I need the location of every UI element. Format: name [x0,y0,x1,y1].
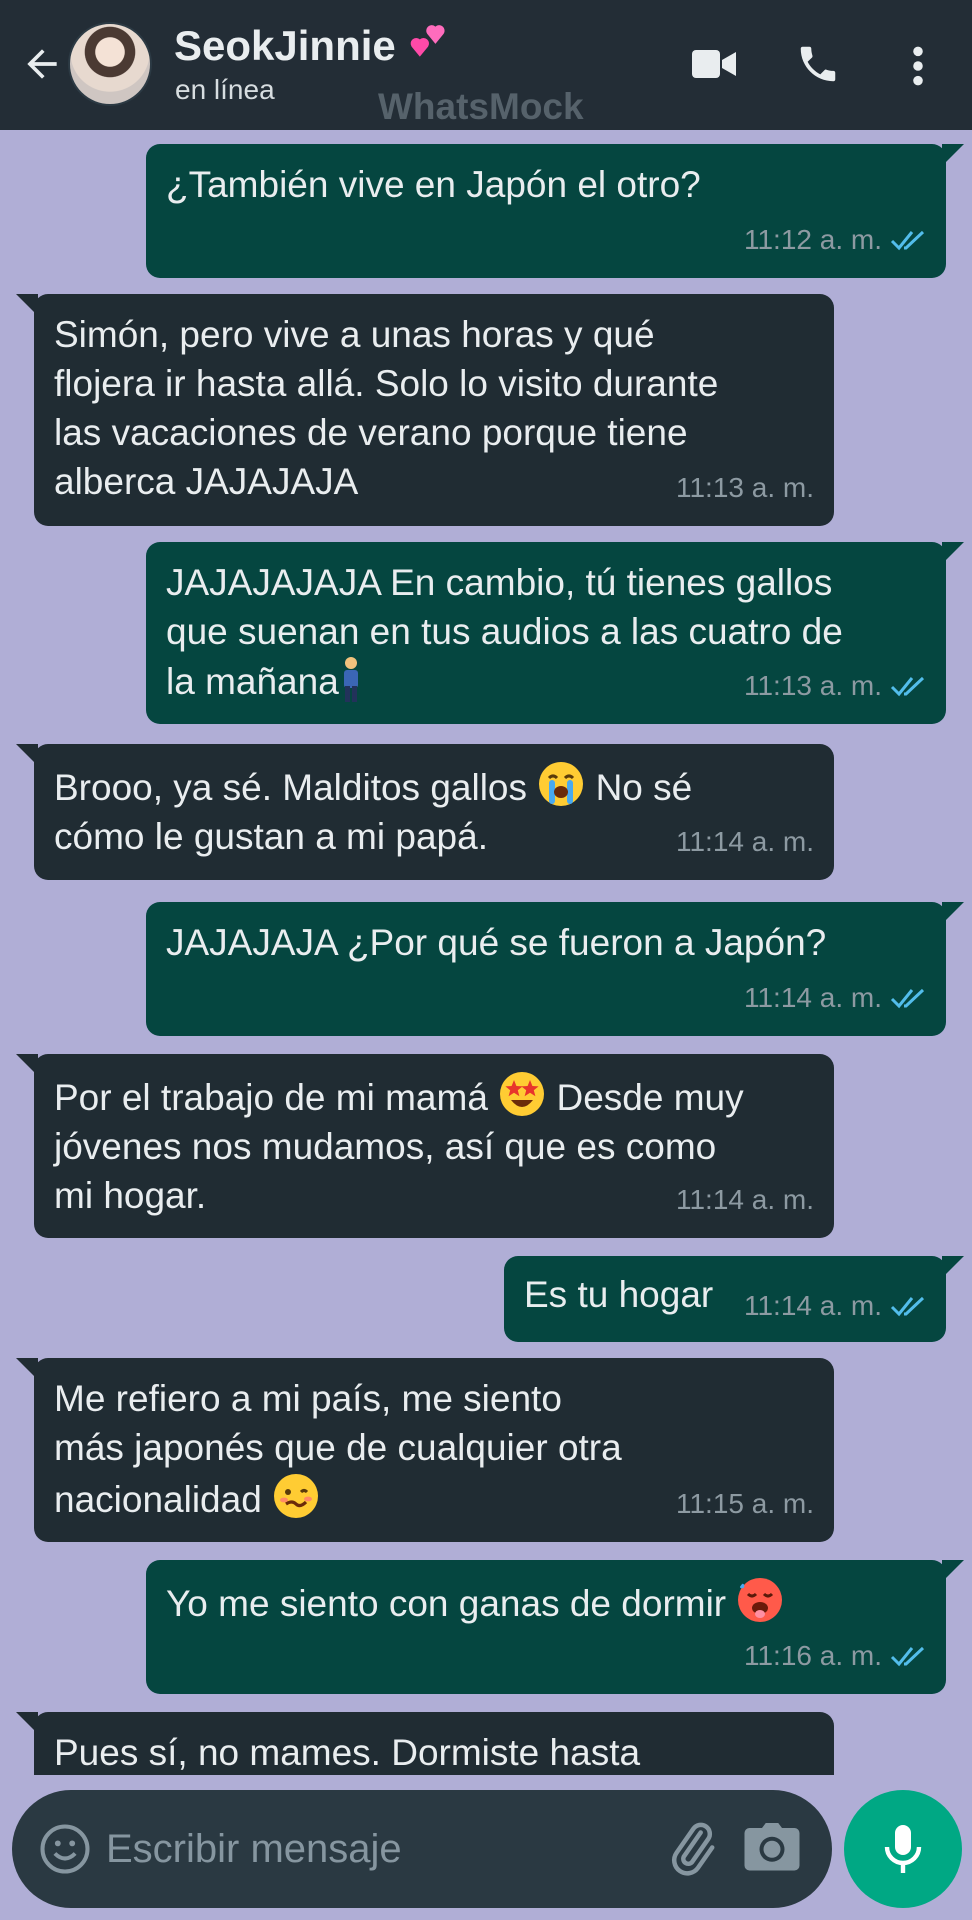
contact-name-row[interactable]: SeokJinnie [174,20,451,70]
message-meta: 11:14 a. m. [744,973,926,1022]
message-incoming[interactable]: Pues sí, no mames. Dormiste hasta [16,1712,834,1775]
message-composer[interactable] [12,1790,832,1908]
message-meta: 11:13 a. m. [744,661,926,710]
message-time: 11:13 a. m. [675,472,814,503]
message-incoming[interactable]: Me refiero a mi país, me siento más japo… [16,1358,834,1542]
star-struck-icon [500,1072,545,1116]
message-time: 11:15 a. m. [675,1488,814,1519]
chat-header: SeokJinnie en línea WhatsMock [0,0,972,130]
person-standing-icon [343,657,358,702]
message-incoming[interactable]: Simón, pero vive a unas horas y qué floj… [16,294,834,526]
message-time: 11:14 a. m. [743,982,882,1013]
emoji-icon[interactable] [38,1822,92,1876]
double-check-icon [890,988,925,1008]
contact-status: en línea [175,74,275,105]
message-outgoing[interactable]: Yo me siento con ganas de dormir 11:16 a… [146,1560,964,1694]
double-check-icon [890,676,925,696]
message-time: 11:14 a. m. [675,826,814,857]
double-check-icon [890,1296,925,1316]
message-input[interactable] [104,1812,644,1886]
hot-face-icon [738,1578,783,1622]
message-text: Yo me siento con ganas de dormir [166,1583,727,1624]
mic-icon[interactable] [844,1790,962,1908]
message-text: JAJAJAJA ¿Por qué se fueron a Japón? [166,922,827,963]
message-time: 11:16 a. m. [743,1640,882,1671]
contact-name[interactable]: SeokJinnie [174,22,396,69]
message-outgoing[interactable]: ¿También vive en Japón el otro? 11:12 a.… [146,144,964,278]
message-outgoing[interactable]: JAJAJAJA ¿Por qué se fueron a Japón? 11:… [146,902,964,1036]
message-meta: 11:14 a. m. [744,1281,926,1330]
message-text: Pues sí, no mames. Dormiste hasta [54,1732,641,1773]
message-meta: 11:16 a. m. [744,1631,926,1680]
loudly-crying-face-icon [539,762,584,806]
two-hearts-icon [407,22,451,69]
double-check-icon [890,1646,925,1666]
message-text: ¿También vive en Japón el otro? [166,164,701,205]
woozy-face-icon [274,1474,319,1518]
message-text-part: Por el trabajo de mi mamá [54,1077,499,1118]
message-text-part: Brooo, ya sé. Malditos gallos [54,767,538,808]
avatar[interactable] [68,22,152,106]
back-arrow-icon[interactable] [14,36,70,92]
watermark: WhatsMock [378,86,584,127]
message-time: 11:14 a. m. [675,1184,814,1215]
message-meta: 11:14 a. m. [676,817,814,866]
message-meta: 11:12 a. m. [744,215,926,264]
more-vert-icon[interactable] [896,36,940,96]
message-list[interactable]: ¿También vive en Japón el otro? 11:12 a.… [0,130,972,1775]
video-call-icon[interactable] [684,36,744,92]
message-outgoing[interactable]: JAJAJAJAJA En cambio, tú tienes gallos q… [146,542,964,724]
message-text: JAJAJAJAJA En cambio, tú tienes gallos q… [166,562,843,702]
message-outgoing[interactable]: Es tu hogar 11:14 a. m. [504,1256,964,1342]
message-time: 11:12 a. m. [743,224,882,255]
message-incoming[interactable]: Brooo, ya sé. Malditos gallos No sé cómo… [16,744,834,880]
message-time: 11:14 a. m. [743,1290,882,1321]
phone-icon[interactable] [790,34,846,94]
message-meta: 11:13 a. m. [676,463,814,512]
double-check-icon [890,230,925,250]
attach-icon[interactable] [662,1818,722,1878]
camera-icon[interactable] [742,1820,802,1876]
message-text: Me refiero a mi país, me siento más japo… [54,1378,622,1520]
message-time: 11:13 a. m. [743,670,882,701]
message-incoming[interactable]: Por el trabajo de mi mamá Desde muy jóve… [16,1054,834,1238]
message-meta: 11:14 a. m. [676,1175,814,1224]
message-meta: 11:15 a. m. [676,1479,814,1528]
